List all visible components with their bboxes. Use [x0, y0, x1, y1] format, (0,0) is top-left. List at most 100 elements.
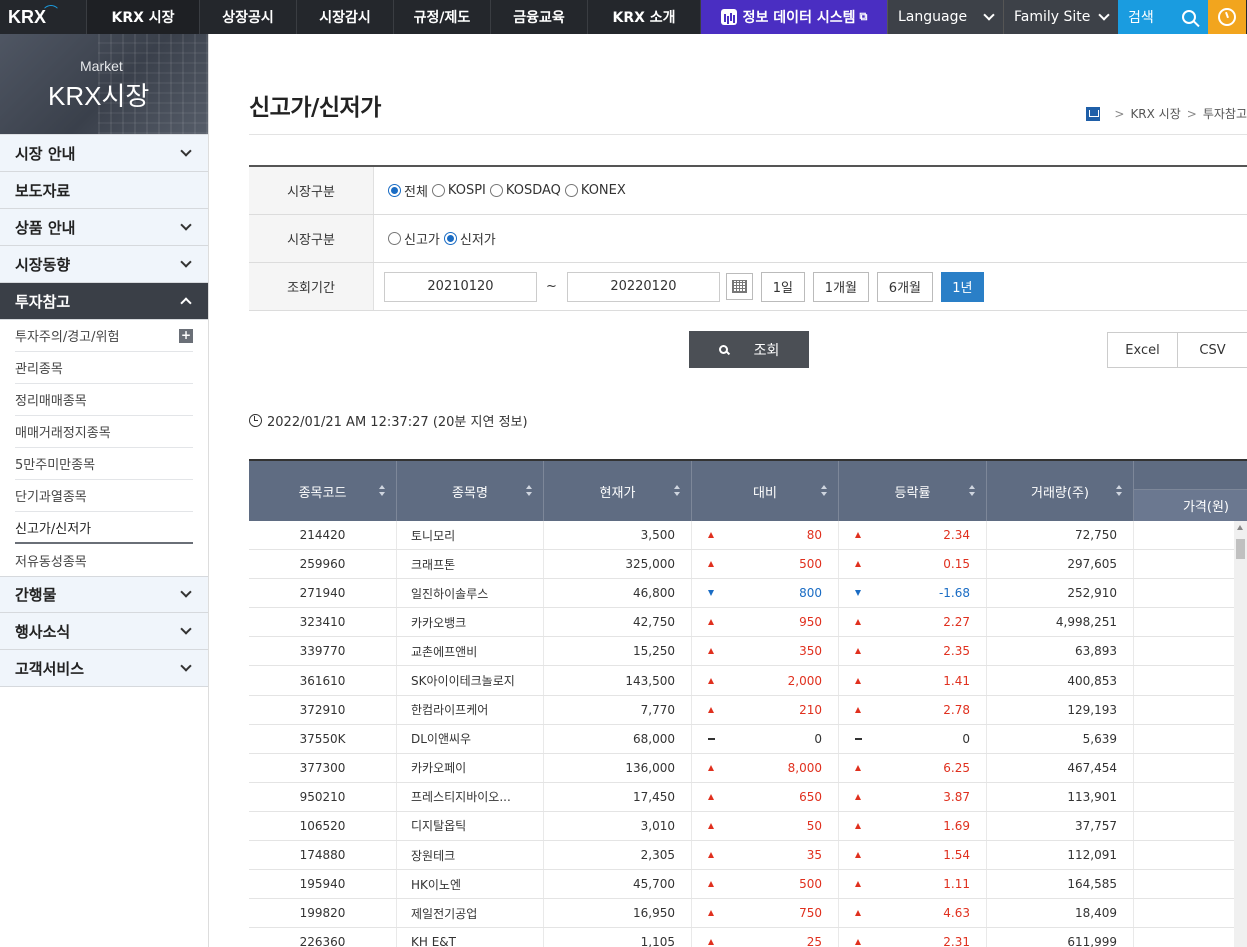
sidebar-item-market-trends[interactable]: 시장동향 — [0, 246, 208, 283]
table-row[interactable]: 271940 일진하이솔루스 46,800 800 -1.68 252,910 — [249, 579, 1247, 609]
cell-name[interactable]: 일진하이솔루스 — [397, 579, 544, 608]
submenu-item-under-50k[interactable]: 5만주미만종목 — [15, 448, 193, 480]
cell-name[interactable]: 프레스티지바이오... — [397, 782, 544, 811]
family-site-select[interactable]: Family Site — [1003, 0, 1118, 34]
nav-about-krx[interactable]: KRX 소개 — [587, 0, 700, 34]
period-1month-button[interactable]: 1개월 — [812, 271, 869, 302]
radio-all[interactable]: 전체 — [388, 181, 428, 200]
submenu-item-suspended[interactable]: 매매거래정지종목 — [15, 416, 193, 448]
radio-kosdaq[interactable]: KOSDAQ — [489, 183, 561, 198]
sort-icon[interactable] — [1116, 485, 1123, 496]
sidebar-item-label: 투자참고 — [15, 292, 71, 311]
cell-name[interactable]: 카카오페이 — [397, 753, 544, 782]
radio-icon[interactable] — [564, 184, 578, 197]
radio-new-low[interactable]: 신저가 — [443, 229, 496, 248]
csv-button[interactable]: CSV — [1177, 332, 1247, 368]
sidebar-item-customer-service[interactable]: 고객서비스 — [0, 650, 208, 687]
language-select[interactable]: Language — [887, 0, 1003, 34]
table-row[interactable]: 377300 카카오페이 136,000 8,000 6.25 467,454 1 — [249, 753, 1247, 783]
scroll-up-icon[interactable] — [1237, 525, 1243, 530]
nav-listing-disclosure[interactable]: 상장공시 — [199, 0, 296, 34]
cell-name[interactable]: 한컴라이프케어 — [397, 695, 544, 724]
cell-name[interactable]: 장원테크 — [397, 841, 544, 870]
sidebar-item-publications[interactable]: 간행물 — [0, 576, 208, 613]
sidebar-item-market-guide[interactable]: 시장 안내 — [0, 135, 208, 172]
breadcrumb-item[interactable]: 투자참고 — [1203, 105, 1247, 122]
period-1day-button[interactable]: 1일 — [760, 271, 805, 302]
calendar-button[interactable] — [725, 273, 753, 300]
scrollbar-thumb[interactable] — [1236, 539, 1245, 559]
sort-icon[interactable] — [969, 485, 976, 496]
cell-name[interactable]: 카카오뱅크 — [397, 608, 544, 637]
table-row[interactable]: 950210 프레스티지바이오... 17,450 650 3.87 113,901 — [249, 782, 1247, 812]
radio-konex[interactable]: KONEX — [564, 183, 626, 198]
date-from-input[interactable]: 20210120 — [384, 271, 537, 302]
sort-icon[interactable] — [821, 485, 828, 496]
submenu-item-managed[interactable]: 관리종목 — [15, 352, 193, 384]
table-row[interactable]: 259960 크래프톤 325,000 500 0.15 297,605 3 — [249, 550, 1247, 580]
nav-krx-market[interactable]: KRX 시장 — [86, 0, 199, 34]
table-row[interactable]: 174880 장원테크 2,305 35 1.54 112,091 — [249, 841, 1247, 871]
sidebar-item-press[interactable]: 보도자료 — [0, 172, 208, 209]
table-row[interactable]: 339770 교촌에프앤비 15,250 350 2.35 63,893 — [249, 637, 1247, 667]
nav-market-surveillance[interactable]: 시장감시 — [296, 0, 393, 34]
table-row[interactable]: 214420 토니모리 3,500 80 2.34 72,750 — [249, 521, 1247, 551]
sort-icon[interactable] — [526, 485, 533, 496]
sidebar-item-investment-reference[interactable]: 투자참고 — [0, 283, 208, 320]
clock-button[interactable] — [1208, 0, 1246, 34]
sidebar-item-events[interactable]: 행사소식 — [0, 613, 208, 650]
period-6month-button[interactable]: 6개월 — [876, 271, 933, 302]
home-icon[interactable] — [1086, 106, 1101, 121]
cell-name[interactable]: 제일전기공업 — [397, 899, 544, 928]
cell-name[interactable]: KH E&T — [397, 928, 544, 947]
table-row[interactable]: 323410 카카오뱅크 42,750 950 2.27 4,998,251 — [249, 608, 1247, 638]
submenu-item-low-liquidity[interactable]: 저유동성종목 — [15, 544, 193, 576]
sidebar-item-products[interactable]: 상품 안내 — [0, 209, 208, 246]
table-row[interactable]: 195940 HK이노엔 45,700 500 1.11 164,585 — [249, 870, 1247, 900]
cell-name[interactable]: HK이노엔 — [397, 870, 544, 899]
cell-name[interactable]: 디지탈옵틱 — [397, 811, 544, 841]
radio-icon[interactable] — [388, 184, 401, 197]
table-row[interactable]: 199820 제일전기공업 16,950 750 4.63 18,409 — [249, 899, 1247, 929]
excel-button[interactable]: Excel — [1107, 332, 1178, 368]
radio-icon[interactable] — [388, 232, 401, 245]
table-row[interactable]: 37550K DL이앤씨우 68,000 0 0 5,639 — [249, 724, 1247, 754]
header-price[interactable]: 현재가 — [544, 461, 692, 521]
table-row[interactable]: 372910 한컴라이프케어 7,770 210 2.78 129,193 — [249, 695, 1247, 725]
date-to-input[interactable]: 20220120 — [566, 271, 720, 302]
search-button[interactable]: 검색 — [1118, 0, 1208, 34]
radio-icon[interactable] — [489, 184, 503, 197]
breadcrumb-item[interactable]: KRX 시장 — [1130, 105, 1180, 122]
cell-name[interactable]: SK아이이테크놀로지 — [397, 666, 544, 695]
submenu-item-new-high-low[interactable]: 신고가/신저가 — [15, 512, 193, 544]
cell-name[interactable]: 크래프톤 — [397, 550, 544, 579]
radio-icon[interactable] — [431, 184, 445, 197]
period-1year-button[interactable]: 1년 — [940, 271, 984, 302]
nav-financial-education[interactable]: 금융교육 — [490, 0, 587, 34]
query-button[interactable]: 조회 — [689, 331, 809, 368]
sort-icon[interactable] — [379, 485, 386, 496]
cell-name[interactable]: DL이앤씨우 — [397, 724, 544, 753]
nav-info-data-system[interactable]: 정보 데이터 시스템 ⧉ — [700, 0, 887, 34]
submenu-item-liquidation[interactable]: 정리매매종목 — [15, 384, 193, 416]
radio-icon[interactable] — [443, 232, 457, 245]
header-change[interactable]: 대비 — [692, 461, 839, 521]
cell-name[interactable]: 토니모리 — [397, 521, 544, 550]
radio-new-high[interactable]: 신고가 — [388, 229, 440, 248]
table-row[interactable]: 106520 디지탈옵틱 3,010 50 1.69 37,757 — [249, 811, 1247, 842]
sort-icon[interactable] — [674, 485, 681, 496]
radio-kospi[interactable]: KOSPI — [431, 183, 486, 198]
header-name[interactable]: 종목명 — [397, 461, 544, 521]
submenu-item-overheated[interactable]: 단기과열종목 — [15, 480, 193, 512]
table-row[interactable]: 361610 SK아이이테크놀로지 143,500 2,000 1.41 400,853 1 — [249, 666, 1247, 696]
nav-regulations[interactable]: 규정/제도 — [393, 0, 490, 34]
header-rate[interactable]: 등락률 — [839, 461, 987, 521]
cell-name[interactable]: 교촌에프앤비 — [397, 637, 544, 666]
krx-logo[interactable]: KRX ⌒ — [0, 0, 86, 34]
header-volume[interactable]: 거래량(주) — [987, 461, 1134, 521]
submenu-item-warning[interactable]: 투자주의/경고/위험 + — [15, 320, 193, 352]
header-code[interactable]: 종목코드 — [249, 461, 397, 521]
vertical-scrollbar[interactable] — [1234, 521, 1247, 947]
plus-icon[interactable]: + — [179, 328, 193, 343]
table-row[interactable]: 226360 KH E&T 1,105 25 2.31 611,999 — [249, 928, 1247, 947]
